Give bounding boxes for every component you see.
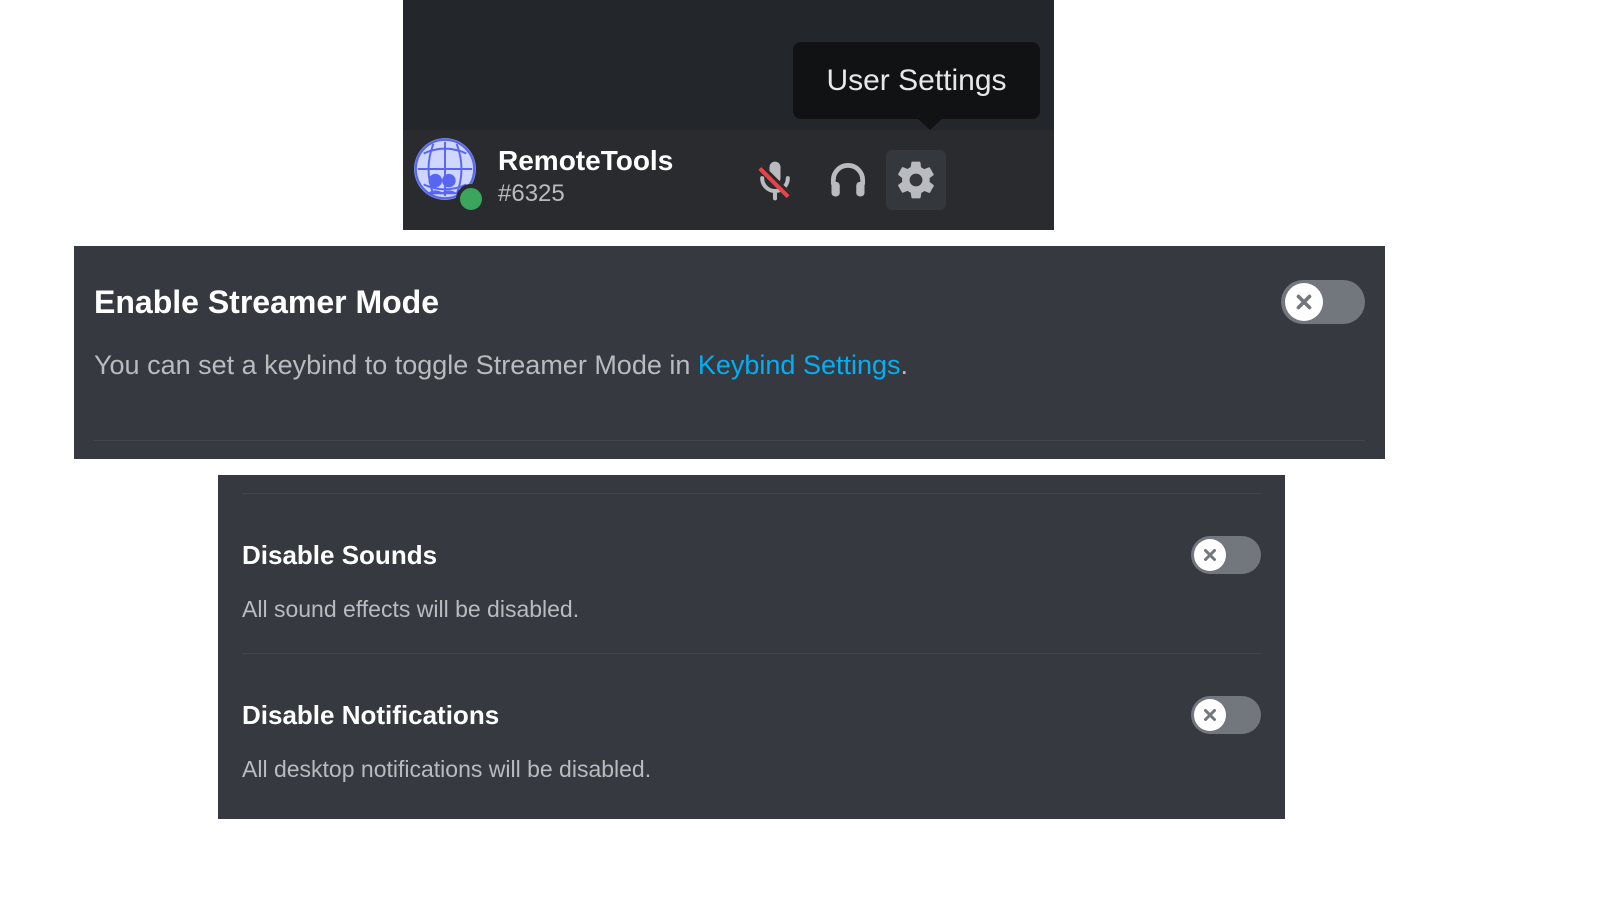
streamer-mode-toggle[interactable]: [1281, 280, 1365, 324]
x-circle-icon: [1293, 291, 1315, 313]
headphones-icon: [826, 158, 870, 202]
mute-button[interactable]: [745, 150, 805, 210]
disable-notifications-setting: Disable Notifications All desktop notifi…: [242, 654, 1261, 783]
disable-notifications-toggle[interactable]: [1191, 696, 1261, 734]
toggle-knob: [1194, 699, 1226, 731]
streamer-options-panel: Disable Sounds All sound effects will be…: [218, 475, 1285, 819]
online-status-indicator: [456, 184, 486, 214]
keybind-settings-link[interactable]: Keybind Settings: [698, 350, 901, 380]
x-circle-icon: [1201, 546, 1219, 564]
streamer-mode-desc-suffix: .: [901, 350, 909, 380]
streamer-mode-title: Enable Streamer Mode: [94, 284, 439, 321]
toggle-knob: [1194, 539, 1226, 571]
disable-sounds-setting: Disable Sounds All sound effects will be…: [242, 494, 1261, 654]
divider: [94, 440, 1365, 441]
streamer-mode-panel: Enable Streamer Mode You can set a keybi…: [74, 246, 1385, 459]
disable-notifications-title: Disable Notifications: [242, 700, 499, 731]
x-circle-icon: [1201, 706, 1219, 724]
disable-notifications-desc: All desktop notifications will be disabl…: [242, 756, 1261, 783]
streamer-mode-desc-prefix: You can set a keybind to toggle Streamer…: [94, 350, 698, 380]
toggle-knob: [1285, 283, 1323, 321]
disable-sounds-desc: All sound effects will be disabled.: [242, 596, 1261, 623]
settings-tooltip-label: User Settings: [826, 64, 1006, 98]
username-label: RemoteTools: [498, 145, 673, 177]
disable-sounds-title: Disable Sounds: [242, 540, 437, 571]
deafen-button[interactable]: [818, 150, 878, 210]
disable-sounds-toggle[interactable]: [1191, 536, 1261, 574]
gear-icon: [894, 158, 938, 202]
user-discriminator: #6325: [498, 180, 565, 208]
streamer-mode-description: You can set a keybind to toggle Streamer…: [94, 350, 1365, 381]
settings-tooltip: User Settings: [793, 42, 1040, 119]
user-settings-button[interactable]: [886, 150, 946, 210]
